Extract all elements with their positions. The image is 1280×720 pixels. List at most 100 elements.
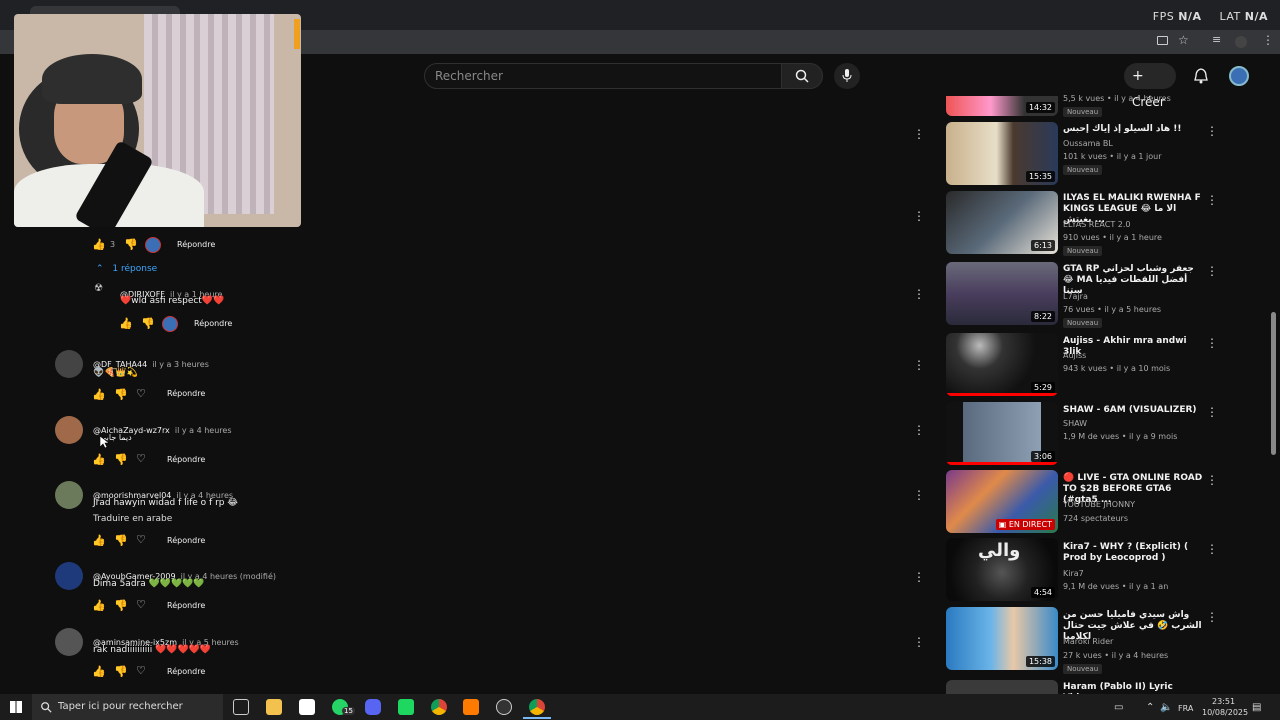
reply-button[interactable]: Répondre xyxy=(167,667,205,676)
video-thumbnail[interactable]: 5:29 xyxy=(946,333,1058,396)
search-button[interactable] xyxy=(781,63,823,89)
dislike-icon[interactable]: 👎 xyxy=(124,239,138,250)
video-thumbnail[interactable]: 8:22 xyxy=(946,262,1058,325)
app-green-icon[interactable] xyxy=(398,699,414,715)
comment-menu-icon[interactable]: ⋮ xyxy=(913,358,925,372)
video-title[interactable]: SHAW - 6AM (VISUALIZER) xyxy=(1063,405,1203,416)
video-thumbnail[interactable] xyxy=(946,680,1058,694)
reply-button[interactable]: Répondre xyxy=(194,319,232,328)
video-menu-icon[interactable]: ⋮ xyxy=(1206,405,1218,419)
voice-search-button[interactable] xyxy=(834,63,860,89)
video-thumbnail[interactable]: 15:38 xyxy=(946,607,1058,670)
comment-menu-icon[interactable]: ⋮ xyxy=(913,423,925,437)
comment-time[interactable]: il y a 4 heures xyxy=(175,426,232,435)
dislike-icon[interactable]: 👎 xyxy=(114,535,128,546)
dislike-icon[interactable]: 👎 xyxy=(114,454,128,465)
account-avatar[interactable] xyxy=(1229,66,1249,86)
avatar[interactable] xyxy=(55,562,83,590)
video-menu-icon[interactable]: ⋮ xyxy=(1206,473,1218,487)
like-icon[interactable]: 👍 xyxy=(92,454,106,465)
video-title[interactable]: هاد السيلو إذ إياك إحبس !! xyxy=(1063,124,1203,135)
clock-time[interactable]: 23:51 xyxy=(1212,697,1235,706)
dislike-icon[interactable]: 👎 xyxy=(141,318,155,329)
video-channel[interactable]: Oussama BL xyxy=(1063,139,1113,148)
reply-button[interactable]: Répondre xyxy=(167,536,205,545)
notification-center-icon[interactable]: ▤ xyxy=(1252,702,1261,713)
notifications-bell-icon[interactable] xyxy=(1194,68,1208,84)
video-menu-icon[interactable]: ⋮ xyxy=(1206,610,1218,624)
heart-icon[interactable]: ♡ xyxy=(136,534,148,545)
video-channel[interactable]: ELYAS REACT 2.0 xyxy=(1063,220,1131,229)
video-menu-icon[interactable]: ⋮ xyxy=(1206,264,1218,278)
video-channel[interactable]: Kira7 xyxy=(1063,569,1084,578)
task-view-icon[interactable] xyxy=(233,699,249,715)
avatar[interactable] xyxy=(55,416,83,444)
creator-heart-avatar[interactable] xyxy=(162,316,178,332)
translate-link[interactable]: Traduire en arabe xyxy=(93,514,172,524)
keyboard-icon[interactable]: ▭ xyxy=(1114,702,1123,713)
reply-button[interactable]: Répondre xyxy=(167,455,205,464)
video-menu-icon[interactable]: ⋮ xyxy=(1206,124,1218,138)
clock-date[interactable]: 10/08/2025 xyxy=(1202,708,1248,717)
like-icon[interactable]: 👍 xyxy=(92,239,106,250)
bookmark-star-icon[interactable]: ☆ xyxy=(1178,33,1189,47)
chrome-active-icon[interactable] xyxy=(529,699,545,715)
creator-heart-avatar[interactable] xyxy=(145,237,161,253)
video-menu-icon[interactable]: ⋮ xyxy=(1206,336,1218,350)
speaker-icon[interactable]: 🔈 xyxy=(1160,702,1172,713)
create-button[interactable]: + Créer xyxy=(1124,63,1176,109)
comment-menu-icon[interactable]: ⋮ xyxy=(913,127,925,141)
dislike-icon[interactable]: 👎 xyxy=(114,600,128,611)
video-channel[interactable]: L7ajra xyxy=(1063,292,1088,301)
search-input[interactable]: Rechercher xyxy=(424,63,782,89)
video-channel[interactable]: Maroki Rider xyxy=(1063,637,1113,646)
comment-time[interactable]: il y a 3 heures xyxy=(152,360,209,369)
comment-menu-icon[interactable]: ⋮ xyxy=(913,209,925,223)
reply-button[interactable]: Répondre xyxy=(167,389,205,398)
heart-icon[interactable]: ♡ xyxy=(136,453,148,464)
browser-menu-icon[interactable]: ⋮ xyxy=(1262,33,1274,47)
scrollbar-thumb[interactable] xyxy=(1271,312,1276,455)
heart-icon[interactable]: ♡ xyxy=(136,388,148,399)
video-channel[interactable]: SHAW xyxy=(1063,419,1087,428)
avatar[interactable] xyxy=(55,350,83,378)
reply-button[interactable]: Répondre xyxy=(167,601,205,610)
profile-icon[interactable] xyxy=(1235,36,1247,48)
like-icon[interactable]: 👍 xyxy=(92,389,106,400)
windows-start-icon[interactable] xyxy=(10,701,22,713)
replies-toggle[interactable]: ⌃ 1 réponse xyxy=(96,264,157,274)
video-thumbnail[interactable]: 15:35 xyxy=(946,122,1058,185)
media-control-icon[interactable]: ≡ xyxy=(1212,33,1221,46)
reply-button[interactable]: Répondre xyxy=(177,240,215,249)
dislike-icon[interactable]: 👎 xyxy=(114,666,128,677)
video-thumbnail[interactable]: 14:32 xyxy=(946,96,1058,116)
dislike-icon[interactable]: 👎 xyxy=(114,389,128,400)
capcut-icon[interactable] xyxy=(299,699,315,715)
heart-icon[interactable]: ♡ xyxy=(136,665,148,676)
obs-icon[interactable] xyxy=(496,699,512,715)
comment-menu-icon[interactable]: ⋮ xyxy=(913,287,925,301)
like-icon[interactable]: 👍 xyxy=(92,666,106,677)
chevron-up-icon[interactable]: ⌃ xyxy=(1146,702,1154,713)
avatar[interactable] xyxy=(55,628,83,656)
video-title[interactable]: Kira7 - WHY ? (Explicit) ( Prod by Leoco… xyxy=(1063,542,1203,564)
comment-menu-icon[interactable]: ⋮ xyxy=(913,488,925,502)
video-channel[interactable]: YOUTUBE JHONNY xyxy=(1063,500,1135,509)
chrome-icon[interactable] xyxy=(431,699,447,715)
video-thumbnail[interactable]: والي 4:54 xyxy=(946,538,1058,601)
app-orange-icon[interactable] xyxy=(463,699,479,715)
video-channel[interactable]: Aujiss xyxy=(1063,351,1086,360)
video-thumbnail[interactable]: 6:13 xyxy=(946,191,1058,254)
like-icon[interactable]: 👍 xyxy=(92,535,106,546)
video-menu-icon[interactable]: ⋮ xyxy=(1206,542,1218,556)
video-thumbnail[interactable]: ▣ EN DIRECT xyxy=(946,470,1058,533)
avatar[interactable] xyxy=(55,481,83,509)
like-icon[interactable]: 👍 xyxy=(119,318,133,329)
like-icon[interactable]: 👍 xyxy=(92,600,106,611)
file-explorer-icon[interactable] xyxy=(266,699,282,715)
comment-menu-icon[interactable]: ⋮ xyxy=(913,570,925,584)
heart-icon[interactable]: ♡ xyxy=(136,599,148,610)
discord-icon[interactable] xyxy=(365,699,381,715)
language-label[interactable]: FRA xyxy=(1178,704,1193,713)
video-thumbnail[interactable]: 3:06 xyxy=(946,402,1058,465)
